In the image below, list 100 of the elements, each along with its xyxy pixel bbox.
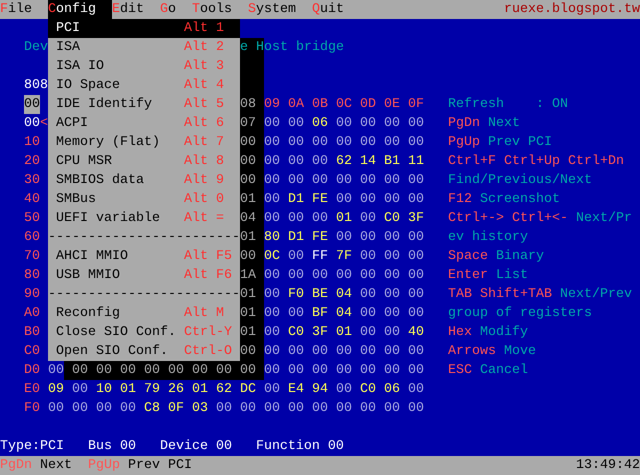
help-text: Next [488, 115, 520, 133]
hex-cell: 00 [360, 116, 376, 131]
menu-item[interactable]: AHCI MMIO Alt F5 [48, 247, 240, 266]
help-text: Binary [496, 248, 544, 266]
menu-item[interactable]: CPU MSR Alt 8 [48, 152, 240, 171]
row-offset-label: D0 [24, 362, 40, 380]
hex-cell: 01 [240, 287, 256, 302]
menu-item[interactable]: ISA Alt 2 [48, 38, 240, 57]
hex-cell: 00 [240, 363, 256, 378]
menu-item[interactable]: PCI Alt 1 [48, 19, 240, 38]
menu-title[interactable]: Config [48, 0, 112, 19]
hex-cell: 00 [264, 382, 280, 397]
hex-cell: 00 [312, 211, 328, 226]
menu-title[interactable]: Quit [312, 0, 344, 19]
hex-cell: 00 [408, 116, 424, 131]
menu-item[interactable]: IDE Identify Alt 5 [48, 95, 240, 114]
hex-cell: 00 [216, 363, 232, 378]
hex-cell: DC [240, 382, 256, 397]
hex-cell: 00 [240, 173, 256, 188]
menu-title[interactable]: Tools [192, 0, 232, 19]
hex-cell: 79 [144, 382, 160, 397]
hex-cell: 00 [384, 268, 400, 283]
key-label: PgDn [448, 115, 480, 133]
hex-cell: 3F [312, 325, 328, 340]
hex-cell: 00 [216, 401, 232, 416]
menu-item[interactable]: SMBIOS data Alt 9 [48, 171, 240, 190]
hex-cell: FE [312, 192, 328, 207]
hex-cell: 00 [288, 211, 304, 226]
hex-cell: 01 [240, 325, 256, 340]
hex-cell: 80 [264, 230, 280, 245]
hex-cell: 00 [192, 363, 208, 378]
key-label: Arrows [448, 343, 496, 361]
hex-cell: 00 [264, 211, 280, 226]
menu-separator: ------------------------ [48, 286, 240, 304]
menu-item[interactable]: IO Space Alt 4 [48, 76, 240, 95]
hex-cell: 00 [360, 249, 376, 264]
hex-cell: 00 [168, 363, 184, 378]
hex-cell: 00 [240, 154, 256, 169]
hex-cell: 00 [72, 401, 88, 416]
device-name-text: Dev [24, 39, 48, 57]
menu-title[interactable]: System [248, 0, 296, 19]
hex-cell: 00 [384, 249, 400, 264]
hex-cell: 00 [312, 344, 328, 359]
hex-cell: 00 [384, 363, 400, 378]
hex-cell: C8 [144, 401, 160, 416]
menu-item[interactable]: Memory (Flat) Alt 7 [48, 133, 240, 152]
row-offset-label: A0 [24, 305, 40, 323]
menu-item[interactable]: Close SIO Conf. Ctrl-Y [48, 323, 240, 342]
row-offset-label: 10 [24, 134, 40, 152]
column-header: 0C [336, 96, 352, 114]
menu-item[interactable]: SMBus Alt 0 [48, 190, 240, 209]
hex-cell: 00 [360, 230, 376, 245]
hex-cell: 00 [336, 173, 352, 188]
help-text: Cancel [480, 362, 528, 380]
menu-item[interactable]: Open SIO Conf. Ctrl-O [48, 342, 240, 361]
hex-cell: 01 [336, 211, 352, 226]
menu-item[interactable]: UEFI variable Alt = [48, 209, 240, 228]
hex-cell: 06 [312, 116, 328, 131]
hex-cell: 62 [336, 154, 352, 169]
row-offset-label: 00 [24, 115, 40, 133]
hex-cell: 00 [312, 401, 328, 416]
hex-cell: 0C [264, 249, 280, 264]
row-offset-label: 20 [24, 153, 40, 171]
hex-cell: 00 [240, 401, 256, 416]
hex-cell: 00 [288, 173, 304, 188]
hex-cell: 01 [240, 306, 256, 321]
menu-title[interactable]: Edit [112, 0, 144, 19]
column-header: 0A [288, 96, 304, 114]
hex-cell: 00 [408, 135, 424, 150]
row-offset-label: 30 [24, 172, 40, 190]
menu-item[interactable]: ISA IO Alt 3 [48, 57, 240, 76]
hex-cell: 00 [384, 287, 400, 302]
hex-cell: 7F [336, 249, 352, 264]
key-label: Ctrl+F Ctrl+Up Ctrl+Dn [448, 153, 624, 171]
hex-cell: 01 [192, 382, 208, 397]
hex-cell: C0 [360, 382, 376, 397]
hex-cell: 00 [384, 325, 400, 340]
hex-cell: 00 [360, 306, 376, 321]
hex-cell: 00 [408, 401, 424, 416]
help-text: ev history [448, 229, 528, 247]
hex-cell: 04 [336, 306, 352, 321]
menu-item[interactable]: Reconfig Alt M [48, 304, 240, 323]
hex-cell: 62 [216, 382, 232, 397]
status-text: Next [40, 457, 72, 475]
help-text: Prev PCI [488, 134, 552, 152]
menu-item[interactable]: USB MMIO Alt F6 [48, 266, 240, 285]
hex-cell: E4 [288, 382, 304, 397]
help-text: Next/Prev [560, 286, 632, 304]
hex-cell: 00 [288, 401, 304, 416]
menu-item[interactable]: ACPI Alt 6 [48, 114, 240, 133]
hex-cell: 00 [408, 287, 424, 302]
hex-cell: 00 [360, 363, 376, 378]
menu-title[interactable]: File [0, 0, 32, 19]
hex-cell: 00 [288, 363, 304, 378]
key-label: F12 [448, 191, 472, 209]
key-label: Space [448, 248, 488, 266]
hex-cell: 00 [288, 268, 304, 283]
hex-cell: 00 [336, 344, 352, 359]
key-label: ESC [448, 362, 472, 380]
hex-cell: D1 [288, 230, 304, 245]
